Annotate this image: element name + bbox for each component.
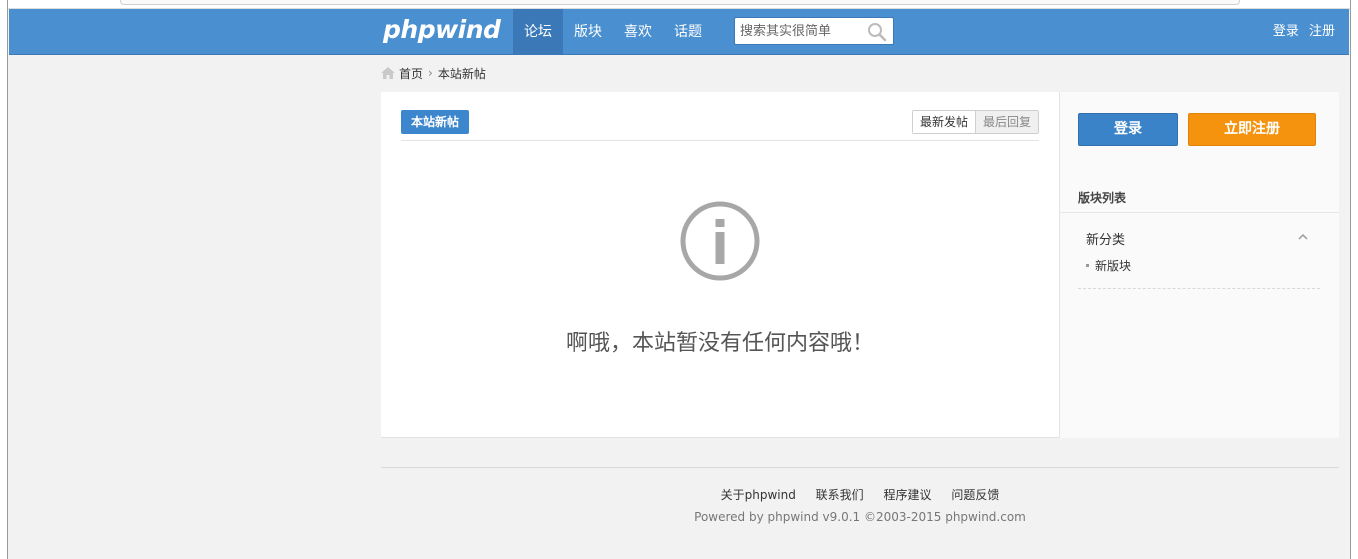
register-link[interactable]: 注册 xyxy=(1309,24,1335,39)
footer-link-contact[interactable]: 联系我们 xyxy=(816,488,864,502)
breadcrumb-home[interactable]: 首页 xyxy=(399,65,423,82)
nav-item-likes[interactable]: 喜欢 xyxy=(613,9,663,55)
section-label: 本站新帖 xyxy=(401,110,470,134)
footer-link-about[interactable]: 关于phpwind xyxy=(721,488,796,502)
sort-tabs: 最新发帖 最后回复 xyxy=(911,110,1039,134)
block-list-divider xyxy=(1060,212,1339,213)
site-logo[interactable]: phpwind xyxy=(383,15,501,44)
window-left-edge xyxy=(0,0,8,559)
home-icon xyxy=(381,67,395,79)
footer-link-feedback[interactable]: 问题反馈 xyxy=(951,488,999,502)
register-button[interactable]: 立即注册 xyxy=(1188,113,1316,146)
search-box xyxy=(734,17,894,45)
browser-tab-strip xyxy=(120,0,1240,5)
main-panel: 本站新帖 最新发帖 最后回复 啊哦，本站暂没有任何内容哦！ 登录 立即注册 版块… xyxy=(381,92,1339,438)
window-right-edge xyxy=(1350,0,1358,559)
breadcrumb-separator: › xyxy=(428,66,433,80)
breadcrumb: 首页 › 本站新帖 xyxy=(380,64,486,82)
sort-tab-last-reply[interactable]: 最后回复 xyxy=(974,111,1038,133)
sort-tab-newest-posts[interactable]: 最新发帖 xyxy=(912,111,975,133)
forum-item-label: 新版块 xyxy=(1095,259,1132,273)
nav-item-forum[interactable]: 论坛 xyxy=(513,9,563,55)
main-nav: 论坛 版块 喜欢 话题 xyxy=(513,9,713,55)
empty-state-message: 啊哦，本站暂没有任何内容哦！ xyxy=(565,331,874,356)
search-input[interactable] xyxy=(735,18,865,44)
content-divider xyxy=(401,140,1039,141)
browser-top-edge xyxy=(0,0,1358,9)
content-area: 本站新帖 最新发帖 最后回复 啊哦，本站暂没有任何内容哦！ xyxy=(381,92,1059,438)
block-list-title: 版块列表 xyxy=(1078,191,1127,205)
nav-item-topics[interactable]: 话题 xyxy=(663,9,713,55)
top-navigation-bar: phpwind 论坛 版块 喜欢 话题 登录 注册 xyxy=(9,9,1349,55)
info-icon xyxy=(680,201,760,281)
category-name[interactable]: 新分类 xyxy=(1086,229,1125,248)
footer-divider xyxy=(381,467,1339,468)
nav-item-boards[interactable]: 版块 xyxy=(563,9,613,55)
login-link[interactable]: 登录 xyxy=(1273,24,1299,39)
account-links: 登录 注册 xyxy=(1267,9,1335,55)
login-button[interactable]: 登录 xyxy=(1078,113,1178,146)
category-divider xyxy=(1078,288,1320,289)
breadcrumb-current: 本站新帖 xyxy=(437,66,486,81)
chevron-up-icon[interactable] xyxy=(1297,231,1309,243)
search-icon[interactable] xyxy=(867,22,887,42)
powered-by: Powered by phpwind v9.0.1 ©2003-2015 php… xyxy=(694,510,1026,524)
footer-link-suggestions[interactable]: 程序建议 xyxy=(884,488,932,502)
forum-item[interactable]: 新版块 xyxy=(1086,257,1131,274)
bullet-icon xyxy=(1086,264,1089,267)
sidebar: 登录 立即注册 版块列表 新分类 新版块 xyxy=(1059,92,1339,438)
footer-links: 关于phpwind 联系我们 程序建议 问题反馈 xyxy=(381,486,1339,503)
